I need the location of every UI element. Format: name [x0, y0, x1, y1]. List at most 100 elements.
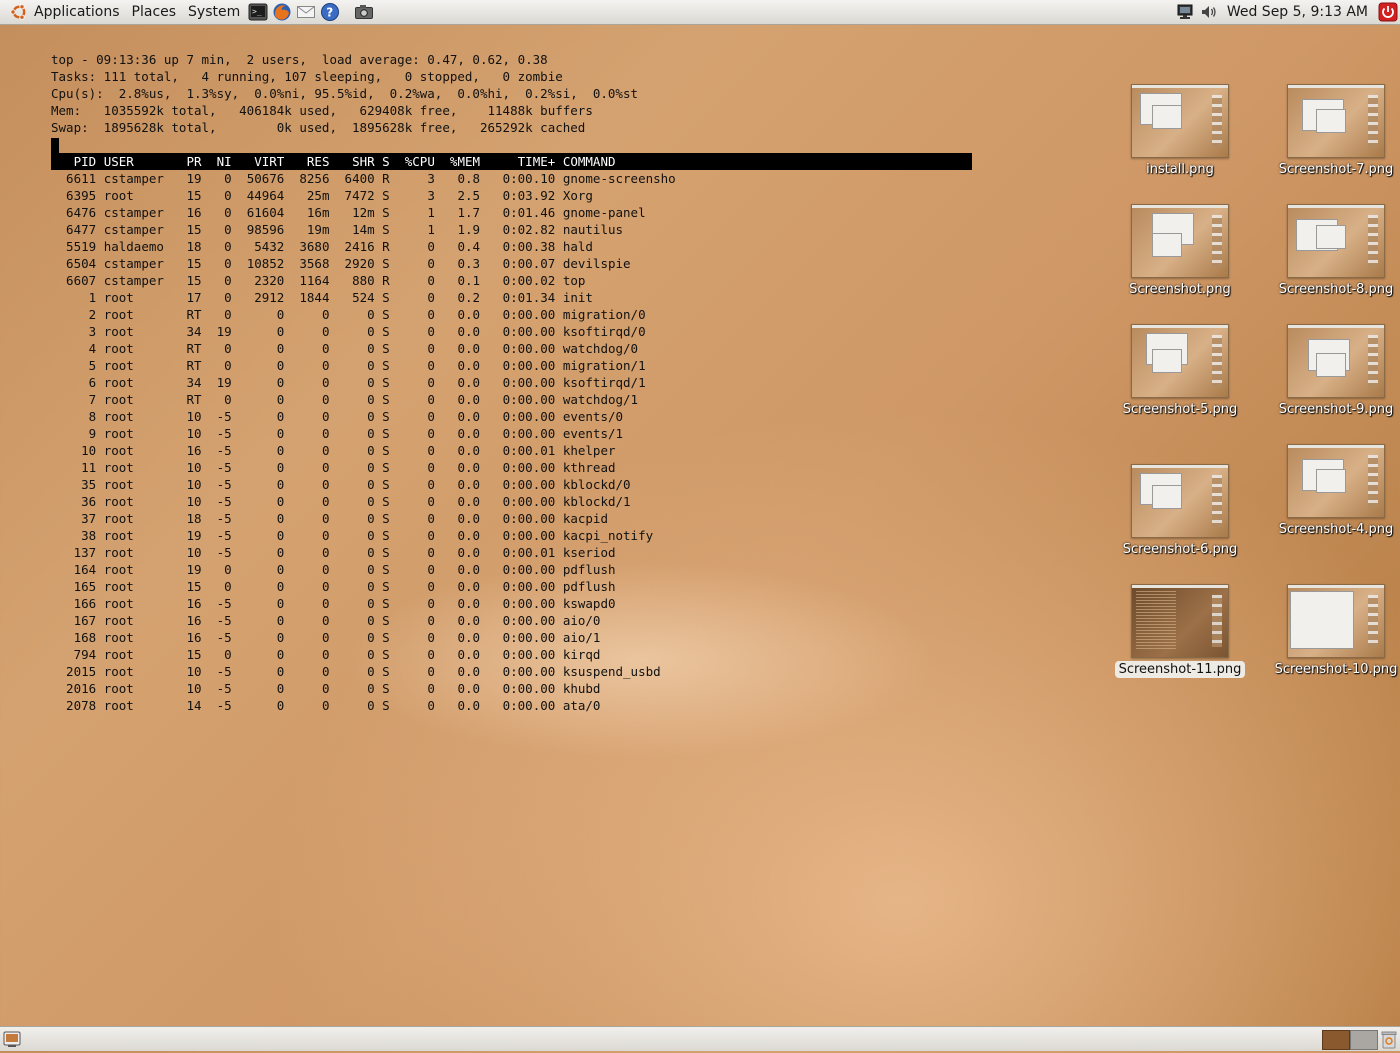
top-terminal-output[interactable]: top - 09:13:36 up 7 min, 2 users, load a…: [51, 51, 972, 714]
cell-s: S: [382, 681, 398, 696]
cell-pid: 37: [58, 511, 104, 526]
cell-res: 0: [291, 545, 338, 560]
cell-pid: 11: [58, 460, 104, 475]
cell-user: root: [103, 545, 172, 560]
cell-ni: 0: [209, 239, 240, 254]
cell-command: gnome-screensho: [562, 171, 676, 186]
cell-ni: -5: [209, 664, 240, 679]
table-row: 6504 cstamper 15 0 10852 3568 2920 S 0 0…: [51, 255, 972, 272]
cell-command: ata/0: [562, 698, 601, 713]
cell-command: hald: [562, 239, 593, 254]
quit-icon[interactable]: [1378, 2, 1398, 22]
cell-command: Xorg: [562, 188, 593, 203]
show-desktop-icon[interactable]: [2, 1029, 22, 1049]
cell-shr: 0: [337, 698, 383, 713]
cell-time: 0:00.00: [487, 528, 563, 543]
image-thumbnail-icon: [1131, 584, 1229, 658]
column-header-cpu: %CPU: [397, 154, 443, 169]
cell-mem: 0.0: [442, 324, 488, 339]
camera-icon[interactable]: [354, 2, 374, 22]
cell-ni: 19: [209, 375, 240, 390]
desktop-file-label: Screenshot-9.png: [1278, 402, 1394, 417]
desktop-file-icon[interactable]: Screenshot-10.png: [1266, 584, 1400, 678]
cell-virt: 50676: [239, 171, 292, 186]
cell-shr: 2920: [337, 256, 383, 271]
cell-s: S: [382, 511, 398, 526]
cell-res: 25m: [291, 188, 338, 203]
desktop-file-icon[interactable]: Screenshot-8.png: [1266, 204, 1400, 298]
column-header-res: RES: [291, 154, 338, 169]
cell-cpu: 0: [397, 511, 443, 526]
cell-res: 0: [291, 647, 338, 662]
desktop-file-icon[interactable]: Screenshot-7.png: [1266, 84, 1400, 178]
cell-pid: 2078: [58, 698, 104, 713]
cell-mem: 0.0: [442, 409, 488, 424]
mail-icon[interactable]: [296, 2, 316, 22]
terminal-icon[interactable]: >_: [248, 2, 268, 22]
cell-command: ksuspend_usbd: [562, 664, 661, 679]
cell-time: 0:00.00: [487, 307, 563, 322]
cell-cpu: 0: [397, 596, 443, 611]
cell-pr: RT: [171, 307, 210, 322]
cell-cpu: 0: [397, 341, 443, 356]
desktop-file-icon[interactable]: Screenshot.png: [1110, 204, 1250, 298]
places-menu[interactable]: Places: [126, 0, 183, 24]
desktop-file-icon[interactable]: Screenshot-11.png: [1110, 584, 1250, 678]
column-header-shr: SHR: [337, 154, 383, 169]
cell-shr: 0: [337, 664, 383, 679]
clock[interactable]: Wed Sep 5, 9:13 AM: [1227, 4, 1368, 20]
cell-cpu: 0: [397, 613, 443, 628]
cell-virt: 0: [239, 409, 292, 424]
cell-mem: 0.0: [442, 528, 488, 543]
desktop-file-icon[interactable]: Screenshot-4.png: [1266, 444, 1400, 538]
cell-pr: 16: [171, 613, 210, 628]
system-menu[interactable]: System: [182, 0, 246, 24]
panel-right-area: Wed Sep 5, 9:13 AM: [1173, 0, 1400, 24]
cell-time: 0:00.00: [487, 375, 563, 390]
network-icon[interactable]: [1175, 2, 1195, 22]
cell-pr: 16: [171, 596, 210, 611]
cell-shr: 0: [337, 579, 383, 594]
cell-virt: 0: [239, 477, 292, 492]
workspace-1[interactable]: [1322, 1030, 1350, 1050]
firefox-icon[interactable]: [272, 2, 292, 22]
help-icon[interactable]: ?: [320, 2, 340, 22]
cell-shr: 0: [337, 681, 383, 696]
desktop-file-icon[interactable]: install.png: [1110, 84, 1250, 178]
table-row: 6395 root 15 0 44964 25m 7472 S 3 2.5 0:…: [51, 187, 972, 204]
cell-shr: 0: [337, 375, 383, 390]
cell-command: khubd: [562, 681, 601, 696]
cell-mem: 0.0: [442, 358, 488, 373]
trash-icon[interactable]: [1380, 1029, 1398, 1049]
cell-shr: 0: [337, 460, 383, 475]
cell-ni: 0: [209, 256, 240, 271]
cell-command: ksoftirqd/0: [562, 324, 646, 339]
desktop-file-label: Screenshot-4.png: [1278, 522, 1394, 537]
cell-time: 0:00.00: [487, 426, 563, 441]
table-row: 6607 cstamper 15 0 2320 1164 880 R 0 0.1…: [51, 272, 972, 289]
places-menu-label: Places: [131, 4, 177, 20]
cell-mem: 0.0: [442, 579, 488, 594]
cell-virt: 0: [239, 375, 292, 390]
desktop-file-icon[interactable]: Screenshot-5.png: [1110, 324, 1250, 418]
desktop-file-icon[interactable]: Screenshot-9.png: [1266, 324, 1400, 418]
cell-user: root: [103, 664, 172, 679]
text-cursor: [51, 138, 59, 153]
command-line[interactable]: [51, 136, 972, 153]
table-row: 2016 root 10 -5 0 0 0 S 0 0.0 0:00.00 kh…: [51, 680, 972, 697]
cell-res: 0: [291, 341, 338, 356]
cell-shr: 0: [337, 307, 383, 322]
cell-pid: 166: [58, 596, 104, 611]
cell-s: S: [382, 222, 398, 237]
cell-ni: -5: [209, 426, 240, 441]
cell-cpu: 0: [397, 562, 443, 577]
cell-s: S: [382, 426, 398, 441]
desktop-file-icon[interactable]: Screenshot-6.png: [1110, 464, 1250, 558]
table-row: 7 root RT 0 0 0 0 S 0 0.0 0:00.00 watchd…: [51, 391, 972, 408]
applications-menu[interactable]: Applications: [0, 0, 126, 24]
workspace-2[interactable]: [1350, 1030, 1378, 1050]
volume-icon[interactable]: [1199, 2, 1219, 22]
cell-shr: 0: [337, 426, 383, 441]
cell-s: S: [382, 324, 398, 339]
cell-virt: 0: [239, 443, 292, 458]
